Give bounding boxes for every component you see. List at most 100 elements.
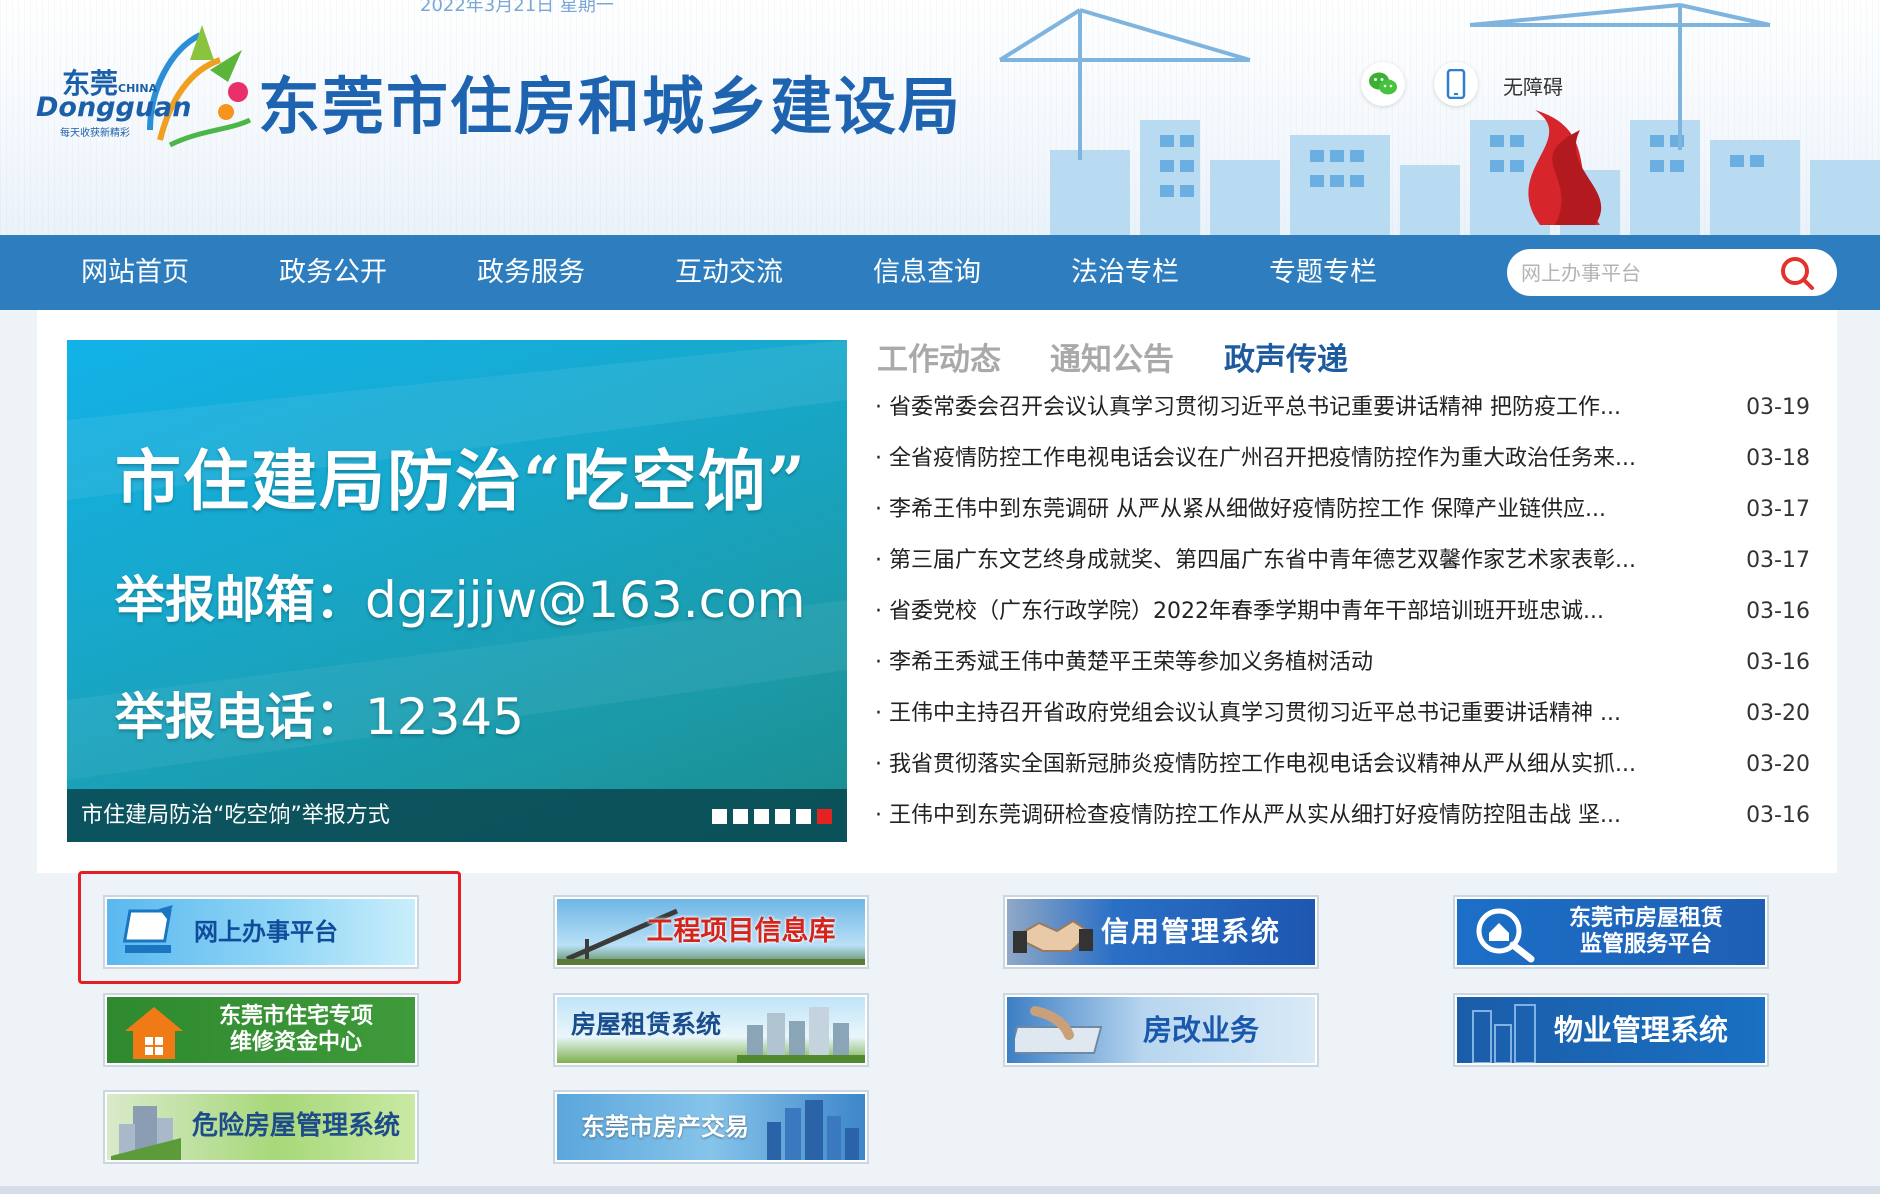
handshake-icon — [1013, 911, 1093, 957]
project-info-db-link[interactable]: 工程项目信息库 — [553, 895, 869, 969]
news-item[interactable]: · 全省疫情防控工作电视电话会议在广州召开把疫情防控作为重大政治任务来... 03… — [875, 439, 1810, 490]
slide-dot[interactable] — [796, 809, 811, 824]
banner-caption-bar: 市住建局防治“吃空饷”举报方式 — [67, 789, 847, 842]
nav-item-special-topics[interactable]: 专题专栏 — [1269, 235, 1377, 310]
news-item[interactable]: · 我省贯彻落实全国新冠肺炎疫情防控工作电视电话会议精神从严从细从实抓...03… — [875, 745, 1810, 796]
accessibility-link[interactable]: 无障碍 — [1503, 71, 1563, 100]
tile-label: 工程项目信息库 — [647, 916, 836, 948]
banner-headline: 市住建局防治“吃空饷” — [115, 428, 807, 524]
tile-label: 东莞市房屋租赁监管服务平台 — [1569, 906, 1723, 959]
search-icon[interactable] — [1778, 255, 1816, 291]
tile-label: 房改业务 — [1143, 1013, 1259, 1048]
tile-background: 东莞市住宅专项维修资金中心 — [107, 997, 415, 1063]
nav-item-info-query[interactable]: 信息查询 — [873, 235, 981, 310]
news-title[interactable]: · 王伟中到东莞调研检查疫情防控工作从严从实从细打好疫情防控阻击战 坚... — [875, 796, 1621, 836]
news-item[interactable]: · 第三届广东文艺终身成就奖、第四届广东省中青年德艺双馨作家艺术家表彰... 03… — [875, 541, 1810, 592]
computer-icon — [121, 905, 181, 963]
news-title[interactable]: · 王伟中主持召开省政府党组会议认真学习贯彻习近平总书记重要讲话精神 ... — [875, 694, 1621, 734]
logo-slogan: 每天收获新精彩 — [60, 124, 130, 139]
nav-item-services[interactable]: 政务服务 — [477, 235, 585, 310]
tile-label: 东莞市房产交易 — [581, 1113, 749, 1142]
skyline-icon — [1463, 1001, 1553, 1063]
banner-slideshow[interactable]: 市住建局防治“吃空饷” 举报邮箱：dgzjjjw@163.com 举报电话：12… — [67, 340, 847, 842]
banner-phone-value: 12345 — [365, 688, 524, 746]
search-box — [1507, 249, 1837, 296]
nav-item-home[interactable]: 网站首页 — [81, 235, 189, 310]
page-bottom-strip — [0, 1186, 1880, 1194]
news-title[interactable]: · 第三届广东文艺终身成就奖、第四届广东省中青年德艺双馨作家艺术家表彰... — [875, 541, 1636, 581]
dangerous-housing-link[interactable]: 危险房屋管理系统 — [103, 1090, 419, 1164]
site-header: 2022年3月21日 星期一 东莞 CHINA Dongguan 每天收获新精彩… — [0, 0, 1880, 235]
banner-caption[interactable]: 市住建局防治“吃空饷”举报方式 — [81, 789, 390, 842]
search-input[interactable] — [1521, 249, 1771, 296]
news-title[interactable]: · 李希王伟中到东莞调研 从严从紧从细做好疫情防控工作 保障产业链供应... — [875, 490, 1606, 530]
tile-background: 网上办事平台 — [107, 899, 415, 965]
tile-background: 房屋租赁系统 — [557, 997, 865, 1063]
news-title[interactable]: · 省委常委会召开会议认真学习贯彻习近平总书记重要讲话精神 把防疫工作... — [875, 388, 1621, 428]
tab-government-voice[interactable]: 政声传递 — [1224, 334, 1348, 379]
tab-notices[interactable]: 通知公告 — [1050, 334, 1174, 379]
tile-background: 工程项目信息库 — [557, 899, 865, 965]
news-title[interactable]: · 全省疫情防控工作电视电话会议在广州召开把疫情防控作为重大政治任务来... — [875, 439, 1636, 479]
news-item[interactable]: · 李希王秀斌王伟中黄楚平王荣等参加义务植树活动 03-16 — [875, 643, 1810, 694]
news-title[interactable]: · 李希王秀斌王伟中黄楚平王荣等参加义务植树活动 — [875, 643, 1373, 683]
news-date: 03-16 — [1746, 643, 1810, 683]
logo-text-en: Dongguan — [36, 92, 192, 123]
tile-label: 东莞市住宅专项维修资金中心 — [219, 1004, 373, 1057]
nav-item-rule-of-law[interactable]: 法治专栏 — [1071, 235, 1179, 310]
mobile-button[interactable] — [1434, 62, 1478, 106]
news-title[interactable]: · 省委党校（广东行政学院）2022年春季学期中青年干部培训班开班忠诚... — [875, 592, 1604, 632]
news-date: 03-18 — [1746, 439, 1810, 479]
property-management-link[interactable]: 物业管理系统 — [1453, 993, 1769, 1067]
tile-label-line1: 东莞市住宅专项 — [219, 1004, 373, 1029]
credit-management-link[interactable]: 信用管理系统 — [1003, 895, 1319, 969]
banner-email-value: dgzjjjw@163.com — [365, 571, 805, 629]
news-date: 03-17 — [1746, 490, 1810, 530]
date-text: 2022年3月21日 星期一 — [420, 0, 614, 17]
house-search-icon — [1471, 905, 1541, 963]
wechat-button[interactable] — [1361, 62, 1405, 106]
online-service-platform-link[interactable]: 网上办事平台 — [103, 895, 419, 969]
mobile-icon — [1446, 69, 1466, 99]
news-date: 03-17 — [1746, 541, 1810, 581]
rental-supervision-platform-link[interactable]: 东莞市房屋租赁监管服务平台 — [1453, 895, 1769, 969]
dongguan-logo[interactable]: 东莞 CHINA Dongguan 每天收获新精彩 — [30, 20, 260, 155]
news-item[interactable]: · 李希王伟中到东莞调研 从严从紧从细做好疫情防控工作 保障产业链供应... 03… — [875, 490, 1810, 541]
buildings-icon — [737, 1003, 865, 1063]
slide-dot[interactable] — [733, 809, 748, 824]
nav-item-interaction[interactable]: 互动交流 — [675, 235, 783, 310]
nav-item-government-affairs[interactable]: 政务公开 — [279, 235, 387, 310]
housing-reform-link[interactable]: 房改业务 — [1003, 993, 1319, 1067]
tile-label-line2: 监管服务平台 — [1580, 932, 1712, 957]
news-title[interactable]: · 我省贯彻落实全国新冠肺炎疫情防控工作电视电话会议精神从严从细从实抓... — [875, 745, 1636, 785]
news-item[interactable]: · 王伟中到东莞调研检查疫情防控工作从严从实从细打好疫情防控阻击战 坚...03… — [875, 796, 1810, 847]
rental-system-link[interactable]: 房屋租赁系统 — [553, 993, 869, 1067]
slide-dot[interactable] — [712, 809, 727, 824]
slide-indicators — [712, 809, 832, 824]
site-title: 东莞市住房和城乡建设局 — [258, 56, 962, 146]
slide-dot[interactable] — [775, 809, 790, 824]
tile-label: 房屋租赁系统 — [571, 1010, 721, 1040]
tile-label: 危险房屋管理系统 — [192, 1111, 400, 1142]
news-item[interactable]: · 王伟中主持召开省政府党组会议认真学习贯彻习近平总书记重要讲话精神 ...03… — [875, 694, 1810, 745]
tile-background: 物业管理系统 — [1457, 997, 1765, 1063]
banner-email-line: 举报邮箱：dgzjjjw@163.com — [115, 560, 805, 632]
banner-phone-line: 举报电话：12345 — [115, 677, 524, 749]
news-item[interactable]: · 省委党校（广东行政学院）2022年春季学期中青年干部培训班开班忠诚...03… — [875, 592, 1810, 643]
slide-dot[interactable] — [754, 809, 769, 824]
tab-work-news[interactable]: 工作动态 — [877, 334, 1001, 379]
real-estate-trading-link[interactable]: 东莞市房产交易 — [553, 1090, 869, 1164]
slide-dot-active[interactable] — [817, 809, 832, 824]
tile-label-line1: 东莞市房屋租赁 — [1569, 906, 1723, 931]
maintenance-fund-center-link[interactable]: 东莞市住宅专项维修资金中心 — [103, 993, 419, 1067]
tile-background: 危险房屋管理系统 — [107, 1094, 415, 1160]
tile-label: 信用管理系统 — [1101, 915, 1281, 949]
tile-label: 物业管理系统 — [1554, 1013, 1728, 1048]
house-icon — [119, 1003, 189, 1061]
news-item[interactable]: · 省委常委会召开会议认真学习贯彻习近平总书记重要讲话精神 把防疫工作... 03… — [875, 388, 1810, 439]
tile-background: 东莞市房屋租赁监管服务平台 — [1457, 899, 1765, 965]
news-date: 03-19 — [1746, 388, 1810, 428]
wechat-icon — [1368, 71, 1398, 97]
skyscraper-icon — [757, 1098, 865, 1160]
banner-phone-label: 举报电话： — [115, 687, 365, 746]
